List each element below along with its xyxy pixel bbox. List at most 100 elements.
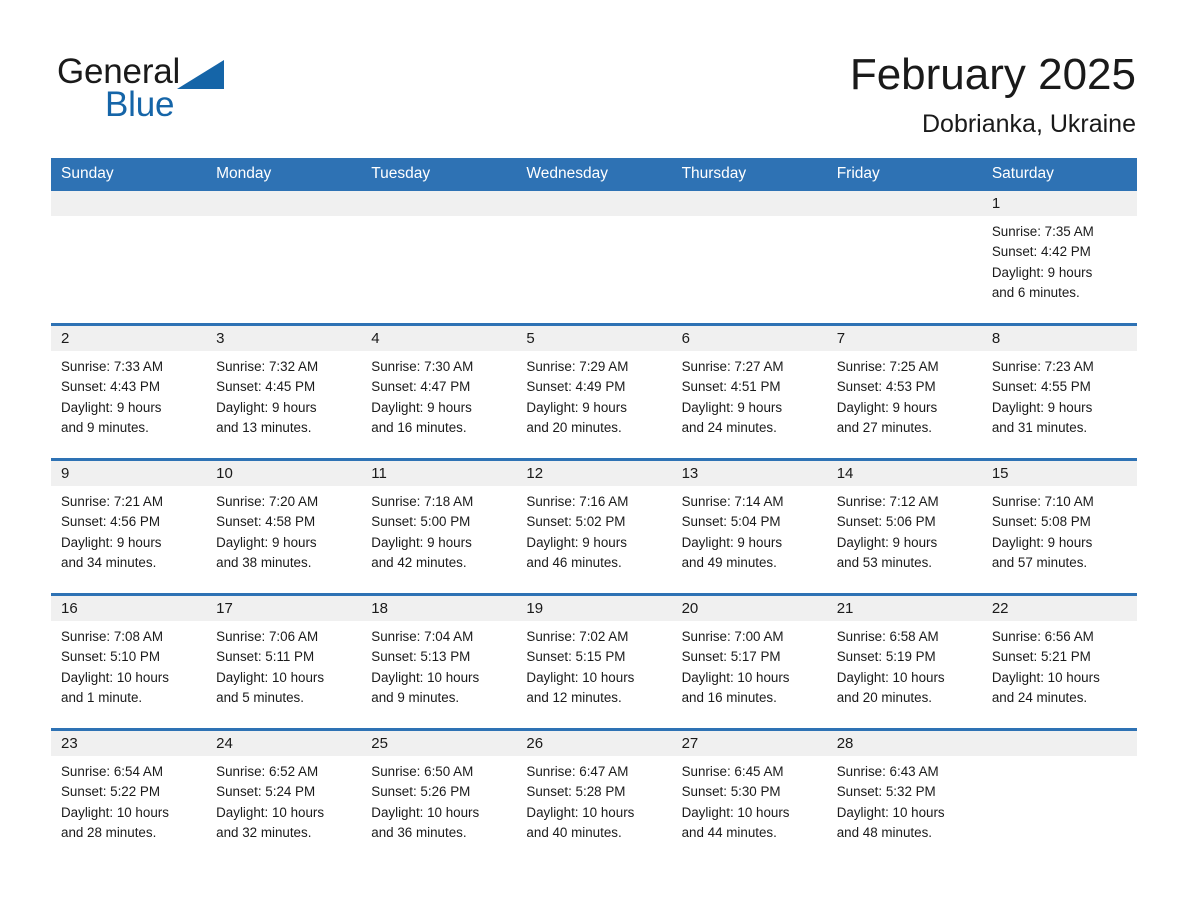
sunset-text: Sunset: 5:28 PM (526, 784, 626, 800)
day-cell-empty (206, 191, 362, 325)
daynum-band: 9 (51, 462, 207, 486)
sunrise-text: Sunrise: 6:50 AM (371, 764, 474, 779)
daynum-band: 27 (671, 732, 827, 756)
page-header: General Blue February 2025 Dobrianka, Uk… (0, 0, 1188, 155)
day-cell[interactable]: 18 Sunrise: 7:04 AM Sunset: 5:13 PM Dayl… (361, 593, 517, 730)
sunset-text: Sunset: 5:00 PM (371, 514, 471, 530)
daynum-band (206, 191, 362, 216)
daylight-text-line2: and 12 minutes. (526, 689, 622, 705)
daynum-band: 17 (206, 597, 362, 621)
day-cell[interactable]: 22 Sunrise: 6:56 AM Sunset: 5:21 PM Dayl… (981, 593, 1137, 730)
sunrise-text: Sunrise: 6:52 AM (216, 764, 319, 779)
day-number: 24 (216, 735, 233, 752)
day-cell[interactable]: 12 Sunrise: 7:16 AM Sunset: 5:02 PM Dayl… (516, 458, 672, 595)
day-cell[interactable]: 3 Sunrise: 7:32 AM Sunset: 4:45 PM Dayli… (206, 323, 362, 460)
day-cell[interactable]: 24 Sunrise: 6:52 AM Sunset: 5:24 PM Dayl… (206, 728, 362, 863)
day-cell[interactable]: 9 Sunrise: 7:21 AM Sunset: 4:56 PM Dayli… (51, 458, 207, 595)
daylight-text-line2: and 24 minutes. (681, 419, 777, 435)
sunset-text: Sunset: 4:53 PM (836, 379, 936, 395)
sunset-text: Sunset: 5:10 PM (61, 649, 160, 665)
sunset-text: Sunset: 5:13 PM (371, 649, 471, 665)
day-cell[interactable]: 28 Sunrise: 6:43 AM Sunset: 5:32 PM Dayl… (826, 728, 982, 863)
daylight-text-line1: Daylight: 10 hours (991, 669, 1100, 685)
daylight-text-line2: and 9 minutes. (371, 689, 460, 705)
daylight-text-line2: and 34 minutes. (61, 554, 157, 570)
day-cell[interactable]: 1 Sunrise: 7:35 AM Sunset: 4:42 PM Dayli… (981, 191, 1137, 325)
daynum-band: 3 (206, 327, 362, 351)
daylight-text-line1: Daylight: 9 hours (991, 264, 1093, 280)
day-cell[interactable]: 20 Sunrise: 7:00 AM Sunset: 5:17 PM Dayl… (671, 593, 827, 730)
day-cell[interactable]: 27 Sunrise: 6:45 AM Sunset: 5:30 PM Dayl… (671, 728, 827, 863)
day-cell[interactable]: 7 Sunrise: 7:25 AM Sunset: 4:53 PM Dayli… (826, 323, 982, 460)
day-cell-body: Sunrise: 6:52 AM Sunset: 5:24 PM Dayligh… (206, 756, 361, 843)
sunrise-text: Sunrise: 7:33 AM (61, 359, 163, 374)
sunrise-text: Sunrise: 7:18 AM (371, 494, 474, 509)
daynum-band: 12 (516, 462, 672, 486)
day-cell-body: Sunrise: 7:33 AM Sunset: 4:43 PM Dayligh… (51, 351, 206, 438)
page-subtitle-location: Dobrianka, Ukraine (922, 110, 1136, 138)
day-cell[interactable]: 4 Sunrise: 7:30 AM Sunset: 4:47 PM Dayli… (361, 323, 517, 460)
day-cell[interactable]: 25 Sunrise: 6:50 AM Sunset: 5:26 PM Dayl… (361, 728, 517, 863)
day-cell-body: Sunrise: 7:02 AM Sunset: 5:15 PM Dayligh… (516, 621, 671, 708)
calendar-header-row: Sunday Monday Tuesday Wednesday Thursday… (51, 158, 1137, 191)
sunrise-text: Sunrise: 7:06 AM (216, 629, 319, 644)
day-cell-body: Sunrise: 7:35 AM Sunset: 4:42 PM Dayligh… (982, 216, 1137, 303)
day-cell[interactable]: 6 Sunrise: 7:27 AM Sunset: 4:51 PM Dayli… (671, 323, 827, 460)
day-cell[interactable]: 14 Sunrise: 7:12 AM Sunset: 5:06 PM Dayl… (826, 458, 982, 595)
daynum-band: 5 (516, 327, 672, 351)
sunrise-text: Sunrise: 7:27 AM (681, 359, 784, 374)
daylight-text-line1: Daylight: 9 hours (371, 534, 472, 550)
sunset-text: Sunset: 4:43 PM (61, 379, 160, 395)
daynum-band: 13 (671, 462, 827, 486)
day-cell[interactable]: 26 Sunrise: 6:47 AM Sunset: 5:28 PM Dayl… (516, 728, 672, 863)
calendar-body: 1 Sunrise: 7:35 AM Sunset: 4:42 PM Dayli… (51, 191, 1137, 863)
daynum-band (826, 191, 982, 216)
day-cell[interactable]: 10 Sunrise: 7:20 AM Sunset: 4:58 PM Dayl… (206, 458, 362, 595)
day-number: 23 (61, 735, 78, 752)
day-cell[interactable]: 21 Sunrise: 6:58 AM Sunset: 5:19 PM Dayl… (826, 593, 982, 730)
sunset-text: Sunset: 5:32 PM (836, 784, 936, 800)
day-cell[interactable]: 13 Sunrise: 7:14 AM Sunset: 5:04 PM Dayl… (671, 458, 827, 595)
sunrise-text: Sunrise: 6:47 AM (526, 764, 629, 779)
day-cell-empty (826, 191, 982, 325)
day-cell[interactable]: 5 Sunrise: 7:29 AM Sunset: 4:49 PM Dayli… (516, 323, 672, 460)
brand-logo-top-row: General (57, 52, 317, 92)
daynum-band (51, 191, 207, 216)
day-number: 14 (836, 465, 854, 482)
day-cell-body: Sunrise: 6:47 AM Sunset: 5:28 PM Dayligh… (516, 756, 671, 843)
day-cell[interactable]: 8 Sunrise: 7:23 AM Sunset: 4:55 PM Dayli… (981, 323, 1137, 460)
daynum-band: 21 (826, 597, 982, 621)
day-number: 17 (216, 600, 233, 617)
daylight-text-line1: Daylight: 9 hours (681, 399, 783, 415)
sunrise-text: Sunrise: 7:16 AM (526, 494, 629, 509)
daylight-text-line1: Daylight: 10 hours (836, 804, 945, 820)
brand-logo[interactable]: General Blue (57, 52, 317, 132)
day-cell-body: Sunrise: 7:29 AM Sunset: 4:49 PM Dayligh… (516, 351, 671, 438)
day-number: 27 (681, 735, 699, 752)
daynum-band: 6 (671, 327, 827, 351)
daynum-band: 1 (981, 191, 1137, 216)
day-cell[interactable]: 17 Sunrise: 7:06 AM Sunset: 5:11 PM Dayl… (206, 593, 362, 730)
day-cell-body: Sunrise: 7:14 AM Sunset: 5:04 PM Dayligh… (672, 486, 827, 573)
day-cell[interactable]: 19 Sunrise: 7:02 AM Sunset: 5:15 PM Dayl… (516, 593, 672, 730)
sunrise-text: Sunrise: 7:21 AM (61, 494, 163, 509)
day-cell[interactable]: 23 Sunrise: 6:54 AM Sunset: 5:22 PM Dayl… (51, 728, 207, 863)
sunrise-text: Sunrise: 6:43 AM (836, 764, 939, 779)
sunset-text: Sunset: 5:30 PM (681, 784, 781, 800)
day-cell[interactable]: 16 Sunrise: 7:08 AM Sunset: 5:10 PM Dayl… (51, 593, 207, 730)
day-cell[interactable]: 11 Sunrise: 7:18 AM Sunset: 5:00 PM Dayl… (361, 458, 517, 595)
daynum-band: 22 (981, 597, 1137, 621)
daynum-band: 19 (516, 597, 672, 621)
day-cell[interactable]: 15 Sunrise: 7:10 AM Sunset: 5:08 PM Dayl… (981, 458, 1137, 595)
daynum-band (981, 732, 1137, 756)
daylight-text-line2: and 1 minute. (61, 689, 143, 705)
daylight-text-line1: Daylight: 9 hours (371, 399, 472, 415)
sunrise-text: Sunrise: 7:23 AM (991, 359, 1094, 374)
calendar-page: General Blue February 2025 Dobrianka, Uk… (0, 0, 1188, 918)
daynum-band: 20 (671, 597, 827, 621)
sunrise-text: Sunrise: 7:29 AM (526, 359, 629, 374)
sunrise-text: Sunrise: 6:45 AM (681, 764, 784, 779)
sunrise-text: Sunrise: 7:32 AM (216, 359, 319, 374)
day-cell[interactable]: 2 Sunrise: 7:33 AM Sunset: 4:43 PM Dayli… (51, 323, 207, 460)
daynum-band (516, 191, 672, 216)
